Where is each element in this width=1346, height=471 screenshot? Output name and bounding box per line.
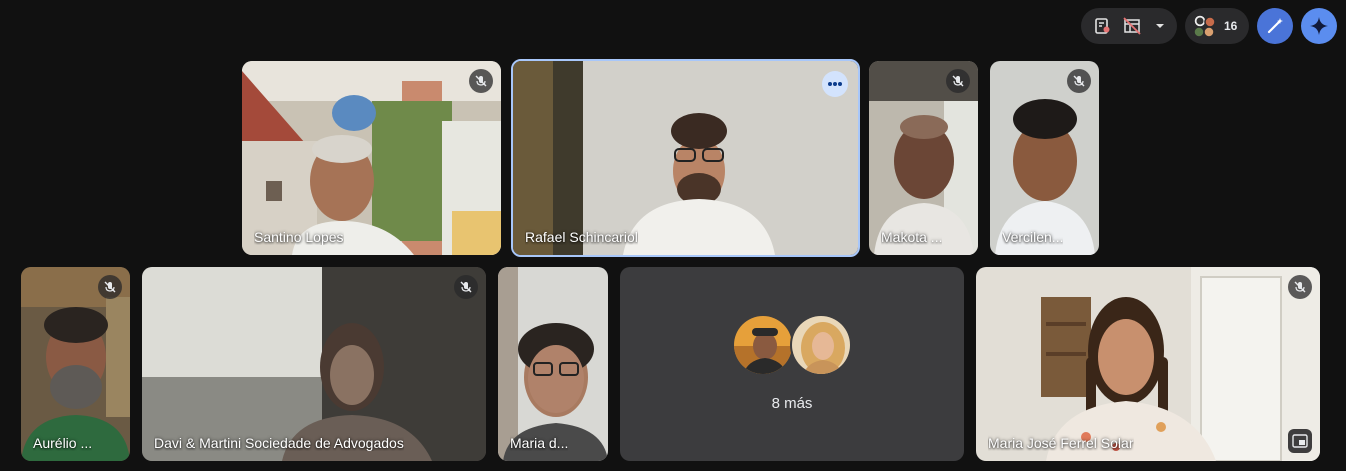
participant-name: Rafael Schincariol	[525, 229, 638, 245]
sparkle-icon	[1310, 17, 1328, 35]
mic-off-icon	[952, 75, 964, 87]
others-avatar-stack	[732, 314, 856, 380]
participant-video	[242, 61, 501, 255]
layout-off-icon	[1123, 17, 1141, 35]
participant-video	[142, 267, 486, 461]
participants-button[interactable]: 16	[1185, 8, 1249, 44]
participant-name: Santino Lopes	[254, 229, 344, 245]
magic-wand-icon	[1267, 18, 1283, 34]
more-participants-tile[interactable]: 8 más	[620, 267, 964, 461]
mic-off-icon	[1294, 281, 1306, 293]
layout-dropdown-button[interactable]	[1147, 11, 1173, 41]
effects-button[interactable]	[1257, 8, 1293, 44]
participant-name: Vercilen...	[1002, 229, 1064, 245]
mic-off-icon	[104, 281, 116, 293]
mic-off-badge	[98, 275, 122, 299]
participant-tile[interactable]: Santino Lopes	[242, 61, 501, 255]
more-participants-label: 8 más	[771, 395, 813, 412]
more-horizontal-icon	[828, 82, 842, 86]
participant-name: Makota ...	[881, 229, 943, 245]
picture-in-picture-icon	[1292, 434, 1308, 448]
participant-tile[interactable]: Aurélio ...	[21, 267, 130, 461]
participant-tile[interactable]: Maria d...	[498, 267, 608, 461]
participant-name: Maria José Ferrel Solar	[988, 435, 1134, 451]
participant-name: Maria d...	[510, 435, 569, 451]
participant-video	[976, 267, 1320, 461]
gemini-button[interactable]	[1301, 8, 1337, 44]
mic-off-badge	[1288, 275, 1312, 299]
participant-video	[513, 61, 858, 255]
chevron-down-icon	[1156, 24, 1164, 28]
participant-tile[interactable]: Vercilen...	[990, 61, 1099, 255]
mic-off-icon	[475, 75, 487, 87]
meeting-stage: 16 Santino Lopes Rafael Schincariol Mako…	[0, 0, 1346, 471]
participant-tile[interactable]: Makota ...	[869, 61, 978, 255]
participant-name: Aurélio ...	[33, 435, 93, 451]
avatar	[732, 314, 794, 376]
picture-in-picture-button[interactable]	[1288, 429, 1312, 453]
layout-button[interactable]	[1117, 11, 1147, 41]
avatar	[790, 314, 852, 376]
participant-tile[interactable]: Davi & Martini Sociedade de Advogados	[142, 267, 486, 461]
mic-off-badge	[469, 69, 493, 93]
more-options-button[interactable]	[822, 71, 848, 97]
mic-off-icon	[460, 281, 472, 293]
report-button[interactable]	[1087, 11, 1117, 41]
participant-video	[498, 267, 608, 461]
mic-off-badge	[454, 275, 478, 299]
participant-count: 16	[1224, 19, 1238, 33]
mic-off-badge	[946, 69, 970, 93]
participant-tile[interactable]: Maria José Ferrel Solar	[976, 267, 1320, 461]
participant-name: Davi & Martini Sociedade de Advogados	[154, 435, 404, 451]
mic-off-badge	[1067, 69, 1091, 93]
report-icon	[1095, 18, 1110, 34]
people-avatars-icon	[1193, 14, 1216, 38]
meeting-tools-pill	[1081, 8, 1177, 44]
mic-off-icon	[1073, 75, 1085, 87]
participant-tile-active[interactable]: Rafael Schincariol	[511, 59, 860, 257]
